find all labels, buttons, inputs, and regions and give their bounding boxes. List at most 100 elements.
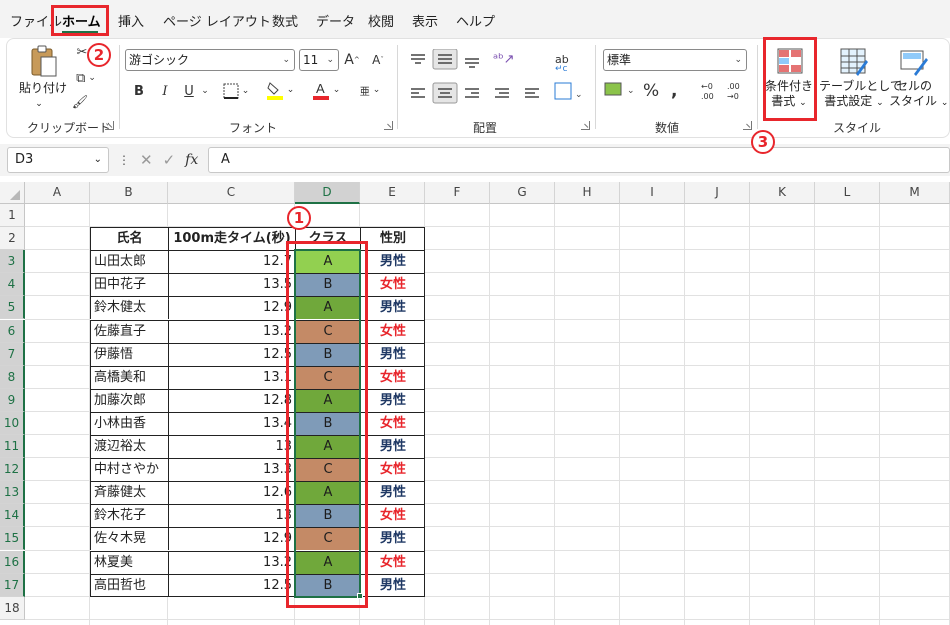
column-header-g[interactable]: G bbox=[490, 182, 555, 204]
paste-dropdown-icon[interactable]: ⌄ bbox=[29, 97, 49, 112]
paste-button[interactable] bbox=[25, 43, 63, 79]
borders-button[interactable]: ⌄ bbox=[221, 81, 251, 101]
name-cell[interactable]: 加藤次郎 bbox=[90, 388, 168, 412]
cancel-icon[interactable]: ✕ bbox=[140, 151, 153, 169]
time-cell[interactable]: 13.1 bbox=[168, 365, 295, 389]
column-header-m[interactable]: M bbox=[880, 182, 950, 204]
row-header-16[interactable]: 16 bbox=[0, 550, 25, 574]
row-header-10[interactable]: 10 bbox=[0, 411, 25, 435]
time-cell[interactable]: 12.6 bbox=[168, 481, 295, 505]
time-cell[interactable]: 12.5 bbox=[168, 342, 295, 366]
column-header-c[interactable]: C bbox=[168, 182, 295, 204]
italic-button[interactable]: I bbox=[157, 81, 173, 101]
name-cell[interactable]: 佐々木晃 bbox=[90, 527, 168, 551]
gender-cell[interactable]: 男性 bbox=[360, 342, 425, 366]
gender-cell[interactable]: 男性 bbox=[360, 435, 425, 459]
copy-icon[interactable]: ⧉ ⌄ bbox=[71, 69, 101, 87]
tab-data[interactable]: データ bbox=[316, 11, 355, 30]
number-format-select[interactable]: 標準 ⌄ bbox=[603, 49, 747, 71]
name-cell[interactable]: 佐藤直子 bbox=[90, 319, 168, 343]
gender-cell[interactable]: 女性 bbox=[360, 458, 425, 482]
time-cell[interactable]: 12.5 bbox=[168, 573, 295, 597]
time-cell[interactable]: 13 bbox=[168, 435, 295, 459]
time-cell[interactable]: 13.2 bbox=[168, 319, 295, 343]
confirm-icon[interactable]: ✓ bbox=[163, 151, 176, 169]
row-header-12[interactable]: 12 bbox=[0, 458, 25, 482]
gender-cell[interactable]: 女性 bbox=[360, 319, 425, 343]
column-header-f[interactable]: F bbox=[425, 182, 490, 204]
gender-cell[interactable]: 女性 bbox=[360, 365, 425, 389]
format-painter-icon[interactable]: 🖌 bbox=[71, 93, 89, 111]
row-header-2[interactable]: 2 bbox=[0, 227, 25, 251]
time-cell[interactable]: 13.4 bbox=[168, 411, 295, 435]
font-name-select[interactable]: 游ゴシック ⌄ bbox=[125, 49, 295, 71]
table-header-cell[interactable]: 性別 bbox=[360, 227, 425, 251]
tab-page-layout[interactable]: ページ レイアウト bbox=[163, 11, 271, 30]
font-launcher-icon[interactable] bbox=[384, 121, 393, 130]
row-header-15[interactable]: 15 bbox=[0, 527, 25, 551]
row-header-11[interactable]: 11 bbox=[0, 435, 25, 459]
name-cell[interactable]: 小林由香 bbox=[90, 411, 168, 435]
gender-cell[interactable]: 男性 bbox=[360, 527, 425, 551]
column-header-k[interactable]: K bbox=[750, 182, 815, 204]
clipboard-launcher-icon[interactable] bbox=[105, 121, 114, 130]
table-header-cell[interactable]: 氏名 bbox=[90, 227, 168, 251]
row-header-14[interactable]: 14 bbox=[0, 504, 25, 528]
format-as-table-button[interactable] bbox=[833, 43, 873, 79]
font-color-button[interactable]: A ⌄ bbox=[309, 79, 343, 101]
name-cell[interactable]: 山田太郎 bbox=[90, 250, 168, 274]
row-header-9[interactable]: 9 bbox=[0, 388, 25, 412]
row-header-5[interactable]: 5 bbox=[0, 296, 25, 320]
time-cell[interactable]: 12.8 bbox=[168, 388, 295, 412]
name-cell[interactable]: 高田哲也 bbox=[90, 573, 168, 597]
name-cell[interactable]: 斉藤健太 bbox=[90, 481, 168, 505]
name-cell[interactable]: 伊藤悟 bbox=[90, 342, 168, 366]
phonetic-icon[interactable]: 亜 ⌄ bbox=[355, 79, 385, 101]
increase-font-icon[interactable]: A ^ bbox=[343, 49, 361, 71]
time-cell[interactable]: 13 bbox=[168, 504, 295, 528]
select-all-corner[interactable] bbox=[0, 182, 25, 204]
column-header-a[interactable]: A bbox=[25, 182, 90, 204]
gender-cell[interactable]: 女性 bbox=[360, 411, 425, 435]
tab-review[interactable]: 校閲 bbox=[368, 11, 394, 30]
name-cell[interactable]: 林夏美 bbox=[90, 550, 168, 574]
gender-cell[interactable]: 女性 bbox=[360, 550, 425, 574]
gender-cell[interactable]: 男性 bbox=[360, 573, 425, 597]
row-header-17[interactable]: 17 bbox=[0, 573, 25, 597]
name-cell[interactable]: 中村さやか bbox=[90, 458, 168, 482]
tab-help[interactable]: ヘルプ bbox=[456, 11, 495, 30]
column-header-j[interactable]: J bbox=[685, 182, 750, 204]
name-cell[interactable]: 高橋美和 bbox=[90, 365, 168, 389]
decrease-font-icon[interactable]: Aˇ bbox=[369, 49, 387, 71]
name-cell[interactable]: 渡辺裕太 bbox=[90, 435, 168, 459]
time-cell[interactable]: 12.9 bbox=[168, 527, 295, 551]
name-cell[interactable]: 鈴木花子 bbox=[90, 504, 168, 528]
name-cell[interactable]: 鈴木健太 bbox=[90, 296, 168, 320]
gender-cell[interactable]: 男性 bbox=[360, 250, 425, 274]
tab-formulas[interactable]: 数式 bbox=[272, 11, 298, 30]
bold-button[interactable]: B bbox=[131, 81, 147, 101]
gender-cell[interactable]: 男性 bbox=[360, 296, 425, 320]
fill-color-button[interactable]: ⌄ bbox=[263, 79, 297, 101]
name-box[interactable]: D3 ⌄ bbox=[7, 147, 109, 173]
row-header-7[interactable]: 7 bbox=[0, 342, 25, 366]
time-cell[interactable]: 13.2 bbox=[168, 550, 295, 574]
row-header-8[interactable]: 8 bbox=[0, 365, 25, 389]
column-header-i[interactable]: I bbox=[620, 182, 685, 204]
underline-dropdown-icon[interactable]: ⌄ bbox=[199, 81, 211, 101]
row-header-6[interactable]: 6 bbox=[0, 319, 25, 343]
underline-button[interactable]: U bbox=[181, 81, 197, 101]
time-cell[interactable]: 13.5 bbox=[168, 273, 295, 297]
gender-cell[interactable]: 女性 bbox=[360, 504, 425, 528]
tab-view[interactable]: 表示 bbox=[412, 11, 438, 30]
column-header-e[interactable]: E bbox=[360, 182, 425, 204]
gender-cell[interactable]: 男性 bbox=[360, 388, 425, 412]
time-cell[interactable]: 12.7 bbox=[168, 250, 295, 274]
row-header-4[interactable]: 4 bbox=[0, 273, 25, 297]
column-header-l[interactable]: L bbox=[815, 182, 880, 204]
row-header-3[interactable]: 3 bbox=[0, 250, 25, 274]
time-cell[interactable]: 12.9 bbox=[168, 296, 295, 320]
gender-cell[interactable]: 男性 bbox=[360, 481, 425, 505]
font-size-select[interactable]: 11 ⌄ bbox=[299, 49, 339, 71]
tab-insert[interactable]: 挿入 bbox=[118, 11, 144, 30]
